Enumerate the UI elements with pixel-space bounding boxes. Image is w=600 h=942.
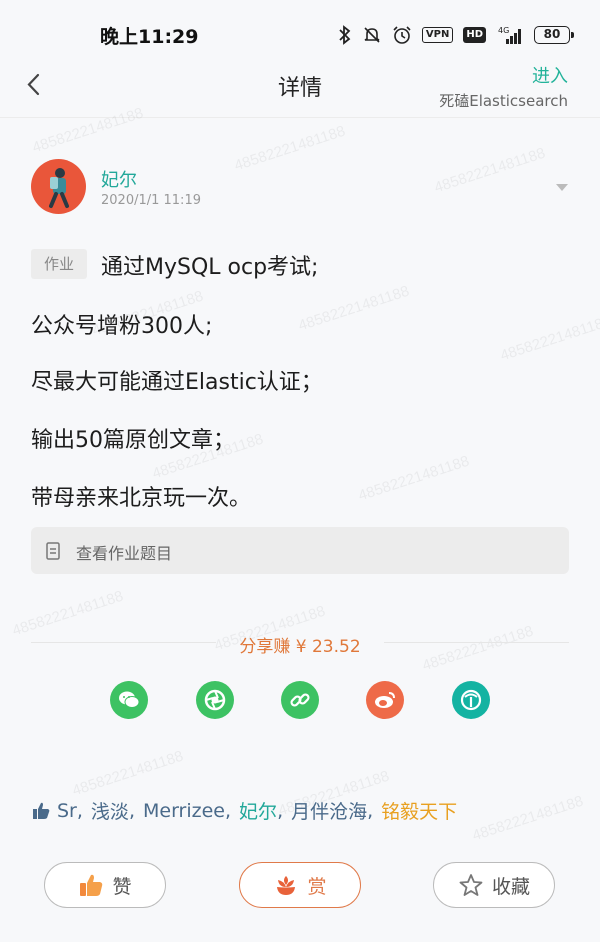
vpn-badge: VPN [421, 27, 454, 43]
post-line: 输出50篇原创文章； [31, 428, 235, 453]
liker-name[interactable]: 月伴沧海 [291, 797, 367, 824]
separator: , [76, 799, 83, 822]
author-name[interactable]: 妃尔 [101, 166, 137, 192]
favorite-button[interactable]: 收藏 [433, 862, 555, 908]
document-icon [46, 542, 60, 560]
share-earn-label: 分享赚 ¥ 23.52 [239, 637, 361, 657]
like-label: 赞 [112, 875, 132, 898]
likes-list: Sr, 浅淡, Merrizee, 妃尔, 月伴沧海, 铭毅天下 [31, 797, 457, 824]
mute-bell-icon [364, 27, 380, 43]
liker-name[interactable]: 妃尔 [239, 797, 277, 824]
moments-icon[interactable] [196, 681, 234, 719]
post-line: 尽最大可能通过Elastic认证； [31, 370, 323, 395]
liker-name[interactable]: Merrizee [143, 800, 225, 822]
watermark-text: 48582221481188 [432, 144, 548, 197]
svg-text:4G: 4G [498, 26, 509, 35]
status-bar: 晚上11:29 VPN HD 4G 80 [0, 0, 600, 62]
status-icons: VPN HD 4G 80 [338, 22, 574, 48]
thumbs-up-icon [80, 874, 103, 896]
reward-label: 赏 [307, 875, 327, 898]
liker-name[interactable]: 浅淡 [91, 797, 129, 824]
nav-bar: 详情 进入 死磕Elasticsearch [0, 62, 600, 118]
watermark-text: 48582221481188 [470, 792, 586, 845]
weibo-icon[interactable] [366, 681, 404, 719]
status-time: 晚上11:29 [100, 26, 199, 48]
enter-link[interactable]: 进入 [532, 62, 568, 88]
avatar[interactable] [31, 159, 86, 214]
separator: , [277, 799, 284, 822]
link-icon[interactable] [281, 681, 319, 719]
watermark-text: 48582221481188 [232, 122, 348, 175]
more-options-icon[interactable] [556, 184, 568, 191]
wechat-icon[interactable] [110, 681, 148, 719]
post-date: 2020/1/1 11:19 [101, 193, 201, 208]
homework-tag: 作业 [31, 249, 87, 279]
watermark-text: 48582221481188 [498, 312, 600, 365]
post-line: 带母亲来北京玩一次。 [31, 486, 252, 511]
view-task-button[interactable]: 查看作业题目 [31, 527, 569, 574]
signal-icon: 4G [498, 26, 521, 44]
separator: , [225, 799, 232, 822]
watermark-text: 48582221481188 [296, 282, 412, 335]
community-name[interactable]: 死磕Elasticsearch [439, 90, 568, 111]
watermark-text: 48582221481188 [70, 747, 186, 800]
star-icon [459, 874, 483, 896]
watermark-text: 48582221481188 [356, 452, 472, 505]
circle-icon[interactable] [452, 681, 490, 719]
thumbs-up-icon [33, 802, 50, 819]
separator: , [367, 799, 374, 822]
like-button[interactable]: 赞 [44, 862, 166, 908]
post-line: 公众号增粉300人; [31, 314, 213, 339]
view-task-label: 查看作业题目 [76, 544, 173, 563]
favorite-label: 收藏 [491, 875, 530, 898]
liker-name[interactable]: 铭毅天下 [381, 797, 457, 824]
liker-name[interactable]: Sr [57, 800, 77, 822]
post-line: 通过MySQL ocp考试; [101, 255, 319, 280]
separator: , [128, 799, 135, 822]
bluetooth-icon [339, 25, 351, 45]
alarm-icon [393, 26, 411, 44]
reward-flower-icon [277, 876, 296, 895]
battery-indicator: 80 [534, 26, 574, 44]
hd-badge: HD [463, 27, 486, 43]
reward-button[interactable]: 赏 [239, 862, 361, 908]
